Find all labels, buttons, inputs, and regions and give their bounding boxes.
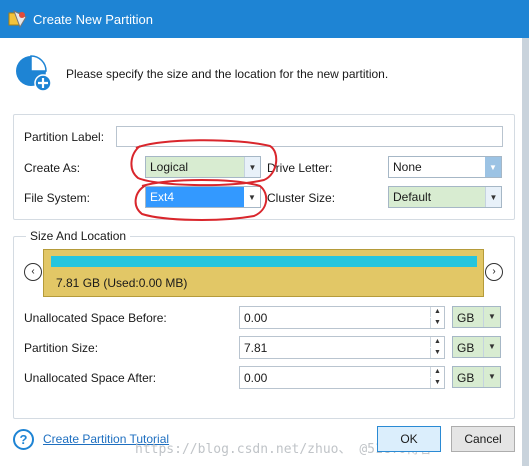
window-title: Create New Partition	[33, 12, 153, 27]
partition-label-input[interactable]	[116, 126, 503, 147]
unallocated-before-caption: Unallocated Space Before:	[24, 311, 167, 325]
partition-size-bar-fill	[51, 256, 477, 267]
drive-letter-value: None	[393, 160, 422, 174]
cluster-size-dropdown[interactable]: Default ▼	[388, 186, 502, 208]
window-edge	[522, 38, 529, 466]
chevron-down-icon: ▼	[485, 157, 501, 177]
partition-size-input[interactable]: 7.81 ▲ ▼	[239, 336, 445, 359]
increment-icon[interactable]: ▲	[430, 367, 444, 377]
move-left-button[interactable]: ‹	[24, 263, 42, 281]
decrement-icon[interactable]: ▼	[430, 318, 444, 328]
increment-icon[interactable]: ▲	[430, 307, 444, 317]
cluster-size-caption: Cluster Size:	[267, 191, 336, 205]
chevron-down-icon: ▼	[483, 307, 500, 327]
partition-wizard-icon	[8, 9, 27, 29]
decrement-icon[interactable]: ▼	[430, 378, 444, 388]
create-as-dropdown[interactable]: Logical ▼	[145, 156, 261, 178]
create-as-caption: Create As:	[24, 161, 81, 175]
unit-value: GB	[457, 311, 475, 325]
file-system-caption: File System:	[24, 191, 91, 205]
title-bar[interactable]: Create New Partition	[0, 0, 529, 38]
partition-size-value: 7.81	[244, 341, 268, 355]
question-circle-icon[interactable]: ?	[13, 429, 34, 450]
instruction-text: Please specify the size and the location…	[66, 67, 389, 81]
chevron-down-icon: ▼	[485, 187, 501, 207]
unallocated-after-caption: Unallocated Space After:	[24, 371, 157, 385]
cancel-button[interactable]: Cancel	[451, 426, 515, 452]
unallocated-after-value: 0.00	[244, 371, 268, 385]
unallocated-before-unit[interactable]: GB ▼	[452, 306, 501, 328]
file-system-dropdown[interactable]: Ext4 ▼	[145, 186, 261, 208]
partition-add-icon	[16, 55, 52, 92]
chevron-down-icon: ▼	[244, 157, 260, 177]
file-system-value: Ext4	[146, 187, 244, 207]
unit-value: GB	[457, 341, 475, 355]
drive-letter-caption: Drive Letter:	[267, 161, 333, 175]
chevron-down-icon: ▼	[248, 192, 256, 202]
increment-icon[interactable]: ▲	[430, 337, 444, 347]
move-right-button[interactable]: ›	[485, 263, 503, 281]
chevron-down-icon: ▼	[483, 337, 500, 357]
partition-size-text: 7.81 GB (Used:0.00 MB)	[56, 276, 188, 290]
ok-button[interactable]: OK	[377, 426, 441, 452]
size-location-legend: Size And Location	[26, 229, 131, 243]
unallocated-after-unit[interactable]: GB ▼	[452, 366, 501, 388]
decrement-icon[interactable]: ▼	[430, 348, 444, 358]
chevron-down-icon: ▼	[483, 367, 500, 387]
drive-letter-dropdown[interactable]: None ▼	[388, 156, 502, 178]
unit-value: GB	[457, 371, 475, 385]
unallocated-after-input[interactable]: 0.00 ▲ ▼	[239, 366, 445, 389]
partition-size-unit[interactable]: GB ▼	[452, 336, 501, 358]
unallocated-before-input[interactable]: 0.00 ▲ ▼	[239, 306, 445, 329]
cluster-size-value: Default	[389, 187, 485, 207]
partition-label-caption: Partition Label:	[24, 130, 105, 144]
create-as-value: Logical	[146, 157, 244, 177]
unallocated-before-value: 0.00	[244, 311, 268, 325]
partition-size-caption: Partition Size:	[24, 341, 99, 355]
